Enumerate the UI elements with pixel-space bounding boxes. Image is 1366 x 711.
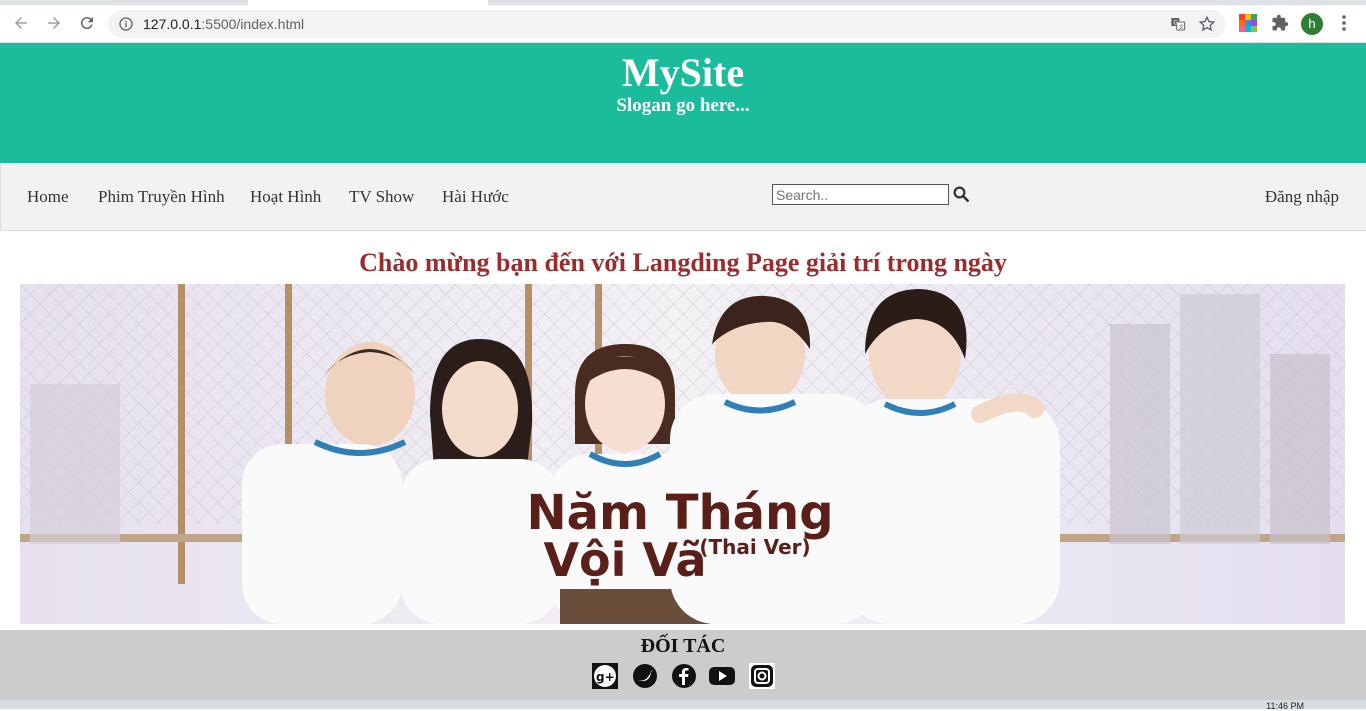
menu-kebab-icon[interactable] (1336, 14, 1352, 32)
site-info-icon[interactable] (118, 16, 134, 32)
site-slogan: Slogan go here... (616, 95, 750, 116)
bookmark-star-icon[interactable] (1198, 15, 1216, 33)
address-bar[interactable]: 127.0.0.1:5500/index.html G文 (108, 10, 1226, 38)
taskbar-clock: 11:46 PM (1266, 701, 1304, 711)
banner-illustration: Năm Tháng Vội Vã (Thai Ver) (20, 284, 1345, 624)
nav-link-phim-truyen-hinh[interactable]: Phim Truyền Hình (98, 187, 225, 207)
translate-icon[interactable]: G文 (1170, 16, 1186, 32)
instagram-icon[interactable] (749, 663, 775, 689)
top-navigation: Home Phim Truyền Hình Hoạt Hình TV Show … (0, 163, 1366, 231)
banner-title-line2: Vội Vã (543, 533, 706, 587)
nav-link-hoat-hinh[interactable]: Hoạt Hình (250, 187, 321, 207)
search-input[interactable] (772, 184, 949, 205)
nav-link-tv-show[interactable]: TV Show (349, 187, 414, 207)
svg-text:G: G (1173, 21, 1178, 27)
welcome-heading: Chào mừng bạn đến với Langding Page giải… (359, 248, 1007, 277)
reload-icon[interactable] (77, 13, 97, 33)
site-title: MySite (621, 50, 745, 95)
tab-strip (0, 0, 1366, 5)
banner-subtitle: (Thai Ver) (699, 535, 810, 559)
url-path: :5500/index.html (201, 16, 305, 32)
google-plus-icon[interactable]: g+ (592, 663, 618, 689)
back-icon[interactable] (11, 13, 31, 33)
hero-banner-image: Năm Tháng Vội Vã (Thai Ver) (20, 284, 1345, 624)
url-host: 127.0.0.1 (143, 16, 202, 32)
svg-text:g+: g+ (596, 670, 615, 684)
facebook-icon[interactable] (671, 663, 697, 689)
extension-colorful-icon[interactable] (1239, 14, 1257, 32)
twitter-icon[interactable] (632, 663, 658, 689)
login-link[interactable]: Đăng nhập (1265, 187, 1339, 207)
forward-icon[interactable] (44, 13, 64, 33)
nav-link-home[interactable]: Home (27, 187, 69, 207)
search-icon[interactable] (952, 185, 970, 203)
partners-footer: ĐỐI TÁC g+ (0, 630, 1366, 700)
nav-link-hai-huoc[interactable]: Hài Hước (442, 187, 509, 207)
footer-title: ĐỐI TÁC (640, 635, 726, 657)
os-taskbar (0, 700, 1366, 709)
profile-avatar[interactable]: h (1301, 13, 1323, 35)
site-header: MySite Slogan go here... (0, 43, 1366, 163)
url-text[interactable]: 127.0.0.1:5500/index.html (143, 16, 304, 32)
youtube-icon[interactable] (709, 663, 735, 689)
search-form (772, 184, 970, 205)
extensions-puzzle-icon[interactable] (1271, 14, 1289, 32)
browser-toolbar: 127.0.0.1:5500/index.html G文 h (0, 0, 1366, 43)
active-tab[interactable] (248, 0, 488, 5)
